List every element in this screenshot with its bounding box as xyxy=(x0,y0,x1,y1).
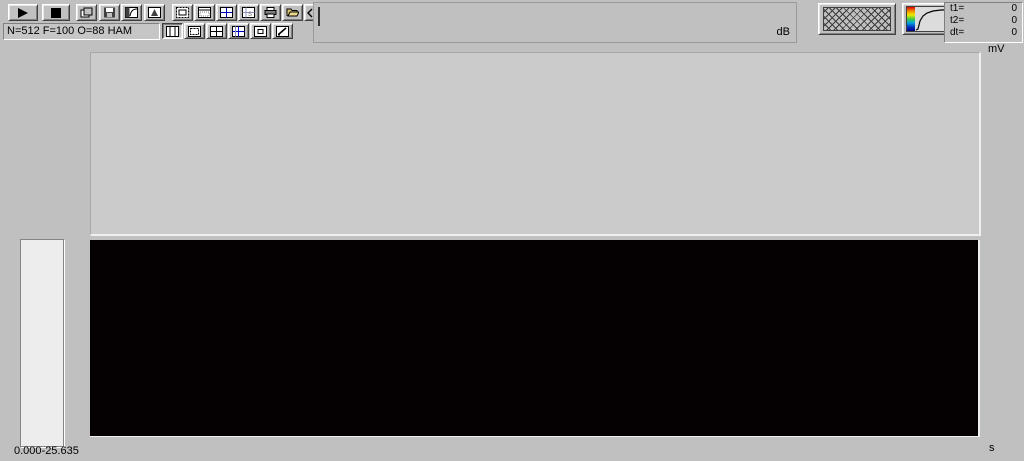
spectrogram-plot[interactable] xyxy=(90,240,980,437)
grid-settings-button[interactable]: s xyxy=(238,4,259,21)
colorbar-unit-label: dB xyxy=(777,26,790,38)
view-inner-window-icon xyxy=(254,26,267,37)
save-icon xyxy=(103,7,116,18)
window-layout-a-icon xyxy=(176,7,189,18)
t2-value: 0 xyxy=(1011,15,1017,27)
open-button[interactable] xyxy=(282,4,303,21)
dt-value: 0 xyxy=(1011,27,1017,39)
t2-label: t2= xyxy=(950,15,964,27)
t2-row: t2= 0 xyxy=(945,15,1022,27)
view-frame-button[interactable] xyxy=(184,23,205,39)
copy-window-button[interactable] xyxy=(76,4,97,21)
window-layout-b-icon xyxy=(198,7,211,18)
view-columns-button[interactable] xyxy=(162,23,183,39)
view-grid-alt-icon xyxy=(232,26,245,37)
average-spectrum-panel[interactable] xyxy=(20,239,64,447)
analysis-settings-field[interactable]: N=512 F=100 O=88 HAM xyxy=(3,23,160,40)
save-button[interactable] xyxy=(99,4,120,21)
print-button[interactable] xyxy=(260,4,281,21)
view-frame-icon xyxy=(188,26,201,37)
grid-settings-icon: s xyxy=(242,7,255,18)
copy-window-icon xyxy=(80,7,93,18)
print-icon xyxy=(264,7,277,18)
transfer-curve-icon xyxy=(125,7,138,18)
stop-icon xyxy=(50,7,62,19)
colorbar-swatches xyxy=(318,7,320,26)
t1-row: t1= 0 xyxy=(945,3,1022,15)
dt-label: dt= xyxy=(950,27,964,39)
view-inner-window-button[interactable] xyxy=(250,23,271,39)
stop-button[interactable] xyxy=(42,4,70,21)
t1-label: t1= xyxy=(950,3,964,15)
transfer-curve-button[interactable] xyxy=(121,4,142,21)
view-grid-button[interactable] xyxy=(206,23,227,39)
play-button[interactable] xyxy=(8,4,38,21)
window-layout-a-button[interactable] xyxy=(172,4,193,21)
svg-text:s: s xyxy=(248,9,252,18)
edit-notes-icon xyxy=(276,26,289,37)
crosshatch-icon xyxy=(823,7,891,31)
waveform-unit-label: mV xyxy=(988,44,1005,55)
view-grid-alt-button[interactable] xyxy=(228,23,249,39)
grid-icon xyxy=(220,7,233,18)
view-grid-icon xyxy=(210,26,223,37)
time-range-label: 0.000-25.635 xyxy=(14,446,79,457)
window-layout-b-button[interactable] xyxy=(194,4,215,21)
peak-icon xyxy=(148,7,161,18)
waveform-plot[interactable] xyxy=(90,52,981,236)
dt-row: dt= 0 xyxy=(945,27,1022,39)
spectrogram-analyzer-window: s N=512 F=100 O=88 HAM xyxy=(0,0,1024,461)
time-cursor-panel: t1= 0 t2= 0 dt= 0 xyxy=(944,2,1023,43)
open-folder-icon xyxy=(286,7,299,18)
crosshatch-pattern-button[interactable] xyxy=(818,3,896,35)
view-columns-icon xyxy=(166,26,179,37)
t1-value: 0 xyxy=(1011,3,1017,15)
peak-display-button[interactable] xyxy=(144,4,165,21)
spectrogram-unit-label: s xyxy=(989,443,995,454)
edit-notes-button[interactable] xyxy=(272,23,293,39)
grid-button[interactable] xyxy=(216,4,237,21)
db-colorbar: dB xyxy=(313,2,797,43)
play-icon xyxy=(16,7,30,19)
